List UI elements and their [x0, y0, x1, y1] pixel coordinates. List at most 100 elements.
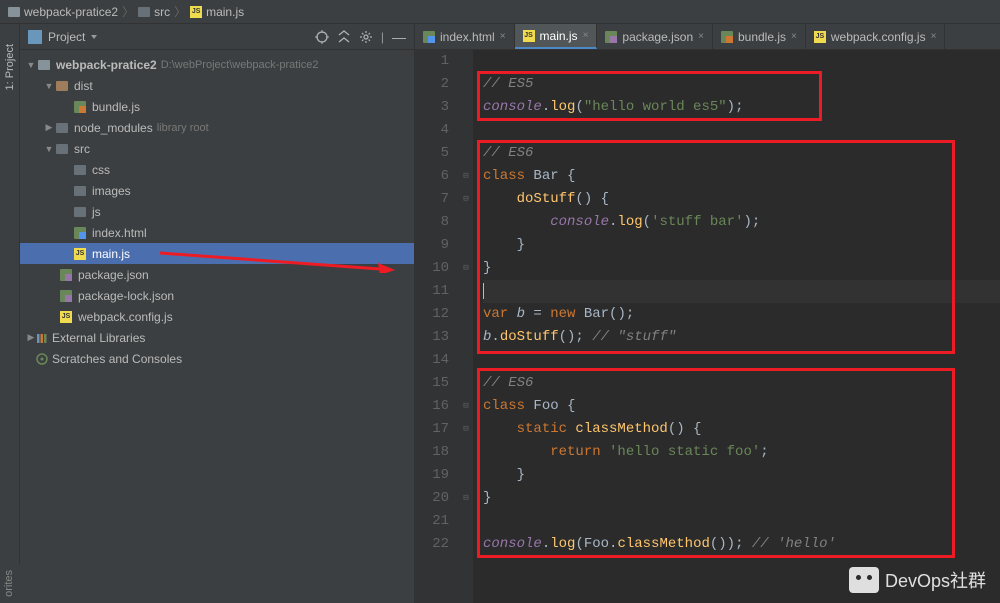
close-icon[interactable]: ×: [583, 30, 589, 41]
tab-label: bundle.js: [738, 30, 786, 44]
tree-label: bundle.js: [92, 100, 140, 114]
tab-bundle-js[interactable]: bundle.js ×: [713, 24, 806, 49]
tree-node-images[interactable]: images: [20, 180, 414, 201]
collapse-all-icon[interactable]: [337, 30, 351, 44]
tree-node-css[interactable]: css: [20, 159, 414, 180]
editor-area: index.html × JS main.js × package.json ×…: [415, 24, 1000, 603]
code-editor[interactable]: 12345678910111213141516171819202122 ⊟⊟⊟⊟…: [415, 50, 1000, 603]
folder-icon: [74, 186, 86, 196]
tree-expand-icon[interactable]: [44, 122, 54, 133]
watermark: DevOps社群: [849, 567, 986, 593]
folder-icon: [8, 7, 20, 17]
breadcrumb: webpack-pratice2 〉 src 〉 JS main.js: [0, 0, 1000, 24]
breadcrumb-label: src: [154, 5, 170, 19]
project-tool-tab[interactable]: 1: Project: [4, 44, 16, 90]
tab-webpack-config[interactable]: JS webpack.config.js ×: [806, 24, 946, 49]
tree-path-hint: D:\webProject\webpack-pratice2: [161, 59, 319, 71]
gear-icon[interactable]: [359, 30, 373, 44]
dropdown-arrow-icon[interactable]: [91, 35, 97, 39]
tab-label: index.html: [440, 30, 495, 44]
tree-label: package.json: [78, 268, 149, 282]
favorites-label: orites: [0, 564, 18, 603]
json-icon: [60, 269, 72, 281]
hide-icon[interactable]: —: [392, 30, 406, 44]
tab-label: webpack.config.js: [831, 30, 926, 44]
tree-node-src[interactable]: src: [20, 138, 414, 159]
tree-label: webpack.config.js: [78, 310, 173, 324]
tree-label: js: [92, 205, 101, 219]
project-toolbar: Project | —: [20, 24, 414, 50]
tree-node-webpack-config[interactable]: JS webpack.config.js: [20, 306, 414, 327]
tree-label: package-lock.json: [78, 289, 174, 303]
tree-expand-icon[interactable]: [44, 144, 54, 154]
close-icon[interactable]: ×: [500, 31, 506, 42]
tree-node-package-lock[interactable]: package-lock.json: [20, 285, 414, 306]
breadcrumb-label: webpack-pratice2: [24, 5, 118, 19]
tree-node-bundle[interactable]: bundle.js: [20, 96, 414, 117]
folder-icon: [74, 165, 86, 175]
folder-icon: [56, 123, 68, 133]
close-icon[interactable]: ×: [931, 31, 937, 42]
folder-icon: [138, 7, 150, 17]
folder-icon: [38, 60, 50, 70]
tree-expand-icon[interactable]: [26, 332, 36, 343]
folder-icon: [74, 207, 86, 217]
html-icon: [74, 227, 86, 239]
editor-tabs: index.html × JS main.js × package.json ×…: [415, 24, 1000, 50]
js-icon: [74, 101, 86, 113]
tree-label: webpack-pratice2: [56, 58, 157, 72]
tree-label: dist: [74, 79, 93, 93]
tree-node-scratches[interactable]: Scratches and Consoles: [20, 348, 414, 369]
js-icon: [721, 31, 733, 43]
tool-window-tab-bar: 1: Project: [0, 24, 20, 603]
json-icon: [60, 290, 72, 302]
fold-gutter[interactable]: ⊟⊟⊟⊟⊟⊟: [459, 50, 473, 603]
js-icon: JS: [523, 30, 535, 42]
tab-label: main.js: [540, 29, 578, 43]
favorites-tool-tab[interactable]: orites: [0, 564, 20, 603]
tree-node-dist[interactable]: dist: [20, 75, 414, 96]
tree-node-main-js[interactable]: JS main.js: [20, 243, 414, 264]
json-icon: [605, 31, 617, 43]
html-icon: [423, 31, 435, 43]
tree-label: node_modules: [74, 121, 153, 135]
tree-label: images: [92, 184, 131, 198]
project-tree[interactable]: webpack-pratice2 D:\webProject\webpack-p…: [20, 50, 414, 603]
tree-node-project-root[interactable]: webpack-pratice2 D:\webProject\webpack-p…: [20, 54, 414, 75]
js-icon: JS: [190, 6, 202, 18]
js-icon: JS: [74, 248, 86, 260]
close-icon[interactable]: ×: [698, 31, 704, 42]
project-panel: Project | — webpack-pratice2 D:\webProje…: [20, 24, 415, 603]
breadcrumb-item[interactable]: webpack-pratice2: [8, 5, 118, 19]
tree-label: index.html: [92, 226, 147, 240]
folder-icon: [56, 144, 68, 154]
library-icon: [36, 332, 48, 344]
scratches-icon: [36, 353, 48, 365]
tree-label: Scratches and Consoles: [52, 352, 182, 366]
code-content[interactable]: // ES5console.log("hello world es5");// …: [473, 50, 1000, 603]
tree-node-index-html[interactable]: index.html: [20, 222, 414, 243]
breadcrumb-item[interactable]: JS main.js: [190, 5, 244, 19]
separator: |: [381, 30, 384, 44]
tab-label: package.json: [622, 30, 693, 44]
tree-node-external-libs[interactable]: External Libraries: [20, 327, 414, 348]
tree-node-package-json[interactable]: package.json: [20, 264, 414, 285]
js-icon: JS: [60, 311, 72, 323]
js-icon: JS: [814, 31, 826, 43]
breadcrumb-separator: 〉: [122, 3, 134, 20]
folder-icon: [56, 81, 68, 91]
close-icon[interactable]: ×: [791, 31, 797, 42]
tree-expand-icon[interactable]: [44, 81, 54, 91]
tab-package-json[interactable]: package.json ×: [597, 24, 713, 49]
project-title: Project: [48, 30, 85, 44]
tab-main-js[interactable]: JS main.js ×: [515, 24, 598, 49]
breadcrumb-item[interactable]: src: [138, 5, 170, 19]
tree-node-js[interactable]: js: [20, 201, 414, 222]
tab-index-html[interactable]: index.html ×: [415, 24, 515, 49]
wechat-icon: [849, 567, 879, 593]
line-number-gutter: 12345678910111213141516171819202122: [415, 50, 459, 603]
tree-node-modules[interactable]: node_modules library root: [20, 117, 414, 138]
tree-hint: library root: [157, 122, 209, 134]
locate-icon[interactable]: [315, 30, 329, 44]
tree-expand-icon[interactable]: [26, 60, 36, 70]
